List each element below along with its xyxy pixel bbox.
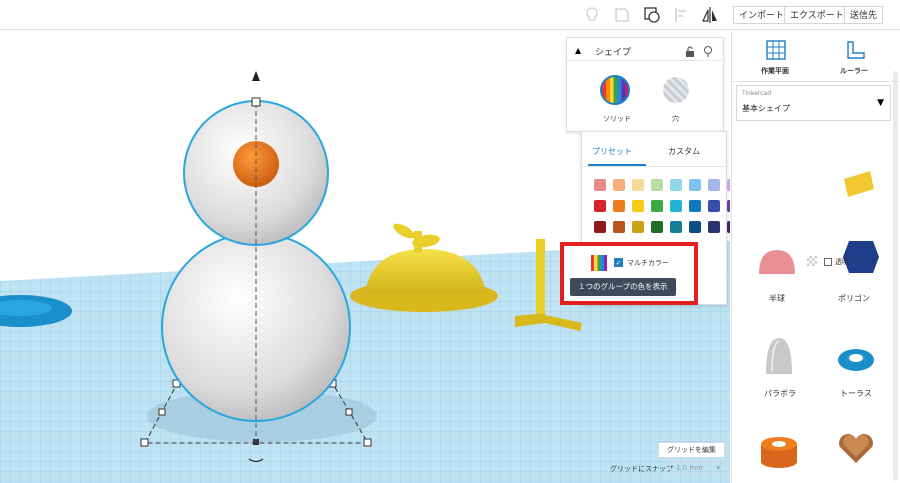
yellow-stand[interactable] [536,239,545,319]
color-swatch[interactable] [670,221,682,233]
snap-label: グリッドにスナップ [610,465,673,473]
transparent-label: 透明 [835,258,849,266]
color-swatch[interactable] [708,221,720,233]
library-selected: 基本シェイプ [742,104,790,113]
color-swatch[interactable] [613,200,625,212]
color-swatch[interactable] [651,179,663,191]
hole-label: 穴 [672,115,679,123]
workplane-icon[interactable] [765,39,787,65]
library-source: Tinkercad [742,90,772,97]
move-up-arrow[interactable] [252,71,260,81]
right-sidebar: 作業平面 ルーラー Tinkercad 基本シェイプ ▼ 半球 ポリゴン 透明 … [731,31,900,483]
transparent-checkbox[interactable] [824,258,832,266]
color-swatch[interactable] [613,179,625,191]
send-button[interactable]: 送信先 [844,6,884,24]
panel-title: シェイプ [595,48,632,58]
color-swatch[interactable] [727,179,730,191]
solid-button[interactable] [600,75,630,105]
paraboloid-thumbnail[interactable] [762,336,796,380]
tab-preset[interactable]: プリセット [592,146,632,157]
shape-label-polygon: ポリゴン [838,294,870,303]
color-swatch[interactable] [689,200,701,212]
chevron-down-icon: ▼ [877,98,884,108]
heart-thumbnail[interactable] [836,431,876,471]
chevron-down-icon: ▾ [716,464,720,472]
height-handle[interactable] [251,97,261,107]
shape-label-hemisphere: 半球 [769,294,785,303]
hole-button[interactable] [663,77,689,103]
ruler-label: ルーラー [840,67,868,75]
note-icon[interactable] [612,5,632,25]
multicolor-icon [591,255,607,271]
color-swatch[interactable] [594,179,606,191]
tab-custom[interactable]: カスタム [668,146,700,157]
color-swatch[interactable] [670,179,682,191]
ruler-icon[interactable] [845,39,867,65]
light-bulb-icon[interactable] [582,5,602,25]
shape-properties-panel: ▲ シェイプ ソリッド 穴 [566,37,725,132]
color-swatch[interactable] [613,221,625,233]
color-swatch[interactable] [594,221,606,233]
library-select[interactable]: Tinkercad 基本シェイプ ▼ [736,85,891,121]
color-swatch[interactable] [651,221,663,233]
color-swatch[interactable] [594,200,606,212]
tube-thumbnail[interactable] [759,434,799,472]
color-swatch[interactable] [670,200,682,212]
group-icon[interactable] [642,5,662,25]
solid-label: ソリッド [603,115,631,123]
color-swatch[interactable] [727,221,730,233]
export-button[interactable]: エクスポート [784,6,850,24]
hemisphere-thumbnail[interactable] [757,248,797,282]
color-swatch[interactable] [632,200,644,212]
multicolor-highlight: ✓ マルチカラー １つのグループの色を表示 [560,242,698,305]
transparent-icon [807,256,817,266]
color-swatch[interactable] [632,221,644,233]
color-swatch[interactable] [708,200,720,212]
color-swatch[interactable] [651,200,663,212]
yellow-shape-thumbnail[interactable] [844,171,874,205]
workplane-viewport[interactable]: ▲ シェイプ ソリッド 穴 プリセット カスタム ✓ マルチカラー １つのグルー… [0,31,730,483]
color-swatch[interactable] [689,221,701,233]
workplane-label: 作業平面 [761,67,789,75]
shape-label-paraboloid: パラボラ [764,389,796,398]
torus-thumbnail[interactable] [836,346,876,378]
shape-label-torus: トーラス [840,389,872,398]
color-swatch[interactable] [689,179,701,191]
multicolor-tooltip: １つのグループの色を表示 [570,278,676,296]
color-swatch[interactable] [632,179,644,191]
multicolor-label: マルチカラー [627,259,669,267]
sidebar-scrollbar[interactable] [893,71,898,481]
import-button[interactable]: インポート [733,6,791,24]
multicolor-checkbox[interactable]: ✓ [614,258,623,267]
mirror-icon[interactable] [700,5,720,25]
color-swatch[interactable] [708,179,720,191]
snap-select[interactable]: 1.0 mm ▾ [670,461,725,475]
collapse-icon[interactable]: ▲ [575,46,581,55]
color-swatch[interactable] [727,200,730,212]
align-icon[interactable] [672,5,692,25]
edit-grid-button[interactable]: グリッドを編集 [658,442,725,458]
top-toolbar: インポート エクスポート 送信先 [0,0,900,30]
